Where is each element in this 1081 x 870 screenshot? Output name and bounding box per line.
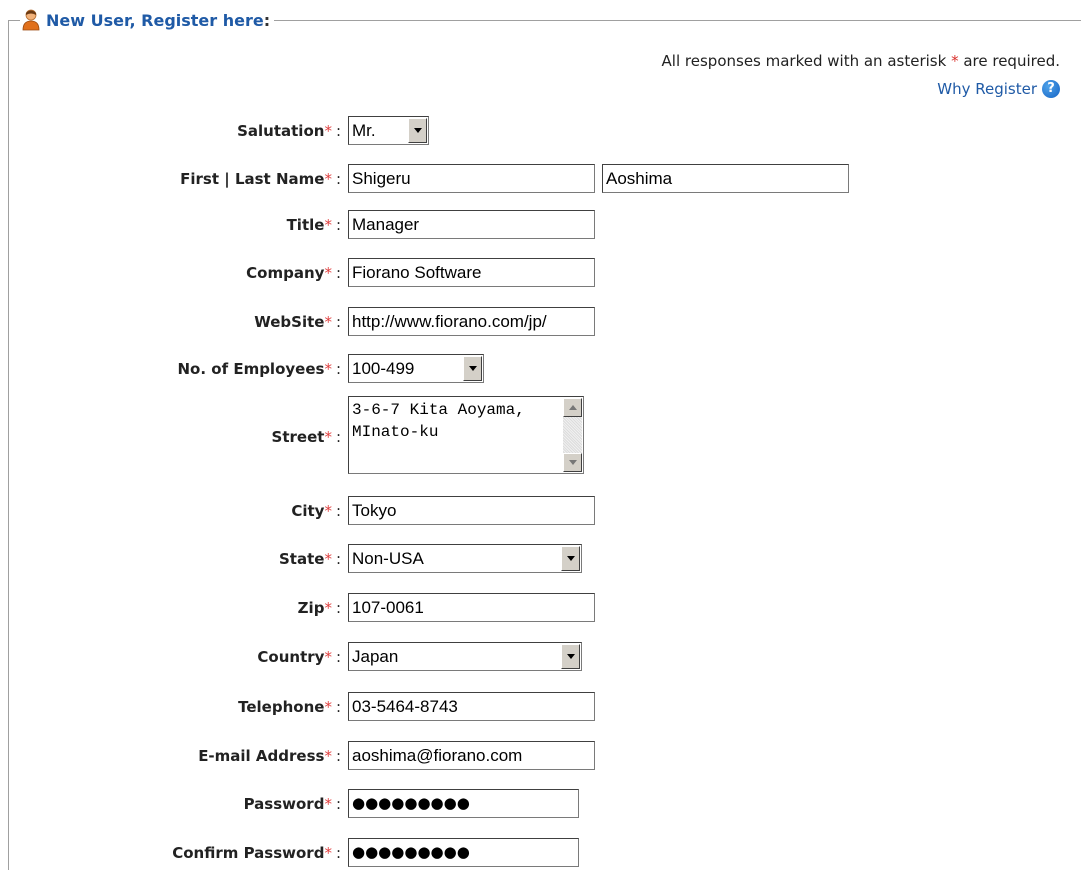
row-zip: Zip*: 107-0061 xyxy=(0,591,1081,625)
scroll-down-icon[interactable] xyxy=(563,453,582,472)
label-company: Company*: xyxy=(246,264,341,282)
legend-title: New User, Register here xyxy=(46,10,264,30)
row-salutation: Salutation*: Mr. xyxy=(0,114,1081,148)
row-city: City*: Tokyo xyxy=(0,494,1081,528)
row-telephone: Telephone*: 03-5464-8743 xyxy=(0,690,1081,724)
row-name: First | Last Name*: Shigeru Aoshima xyxy=(0,162,1081,196)
fieldset-legend: New User, Register here : xyxy=(20,8,275,32)
user-icon xyxy=(22,9,40,31)
legend-colon: : xyxy=(263,10,271,30)
label-city: City*: xyxy=(291,502,341,520)
row-employees: No. of Employees*: 100-499 xyxy=(0,352,1081,386)
label-employees: No. of Employees*: xyxy=(177,360,341,378)
country-select[interactable]: Japan xyxy=(348,642,582,671)
label-email: E-mail Address*: xyxy=(198,747,341,765)
employees-select[interactable]: 100-499 xyxy=(348,354,484,383)
row-state: State*: Non-USA xyxy=(0,542,1081,576)
row-password: Password*: ●●●●●●●●● xyxy=(0,787,1081,821)
required-note: All responses marked with an asterisk * … xyxy=(662,52,1060,70)
row-confirm-password: Confirm Password*: ●●●●●●●●● xyxy=(0,836,1081,870)
label-salutation: Salutation*: xyxy=(237,122,341,140)
last-name-input[interactable]: Aoshima xyxy=(602,164,849,193)
chevron-down-icon[interactable] xyxy=(561,546,580,571)
row-country: Country*: Japan xyxy=(0,640,1081,674)
chevron-down-icon[interactable] xyxy=(408,118,427,143)
chevron-down-icon[interactable] xyxy=(463,356,482,381)
label-street: Street*: xyxy=(271,428,341,446)
company-input[interactable]: Fiorano Software xyxy=(348,258,595,287)
confirm-password-input[interactable]: ●●●●●●●●● xyxy=(348,838,579,867)
website-input[interactable]: http://www.fiorano.com/jp/ xyxy=(348,307,595,336)
label-name: First | Last Name*: xyxy=(180,170,341,188)
label-website: WebSite*: xyxy=(254,313,341,331)
telephone-input[interactable]: 03-5464-8743 xyxy=(348,692,595,721)
label-password: Password*: xyxy=(243,795,341,813)
required-asterisk: * xyxy=(951,52,959,70)
title-input[interactable]: Manager xyxy=(348,210,595,239)
row-website: WebSite*: http://www.fiorano.com/jp/ xyxy=(0,305,1081,339)
label-title: Title*: xyxy=(286,216,341,234)
street-textarea[interactable]: 3-6-7 Kita Aoyama, MInato-ku xyxy=(348,396,584,474)
street-text: 3-6-7 Kita Aoyama, MInato-ku xyxy=(352,401,535,441)
country-value: Japan xyxy=(352,647,399,666)
row-email: E-mail Address*: aoshima@fiorano.com xyxy=(0,739,1081,773)
label-zip: Zip*: xyxy=(297,599,341,617)
required-note-before: All responses marked with an asterisk xyxy=(661,52,947,70)
row-street: Street*: 3-6-7 Kita Aoyama, MInato-ku xyxy=(0,396,1081,480)
salutation-value: Mr. xyxy=(352,121,376,140)
zip-input[interactable]: 107-0061 xyxy=(348,593,595,622)
row-title: Title*: Manager xyxy=(0,208,1081,242)
employees-value: 100-499 xyxy=(352,359,415,378)
state-select[interactable]: Non-USA xyxy=(348,544,582,573)
salutation-select[interactable]: Mr. xyxy=(348,116,429,145)
password-input[interactable]: ●●●●●●●●● xyxy=(348,789,579,818)
label-telephone: Telephone*: xyxy=(238,698,341,716)
street-scrollbar[interactable] xyxy=(563,398,582,472)
first-name-input[interactable]: Shigeru xyxy=(348,164,595,193)
city-input[interactable]: Tokyo xyxy=(348,496,595,525)
why-register-link[interactable]: Why Register ? xyxy=(937,80,1060,98)
chevron-down-icon[interactable] xyxy=(561,644,580,669)
state-value: Non-USA xyxy=(352,549,424,568)
label-confirm-password: Confirm Password*: xyxy=(172,844,341,862)
row-company: Company*: Fiorano Software xyxy=(0,256,1081,290)
why-register-label[interactable]: Why Register xyxy=(937,80,1037,98)
help-icon[interactable]: ? xyxy=(1042,80,1060,98)
required-note-after: are required. xyxy=(963,52,1060,70)
label-state: State*: xyxy=(278,550,341,568)
scroll-up-icon[interactable] xyxy=(563,398,582,417)
label-country: Country*: xyxy=(257,648,341,666)
email-input[interactable]: aoshima@fiorano.com xyxy=(348,741,595,770)
